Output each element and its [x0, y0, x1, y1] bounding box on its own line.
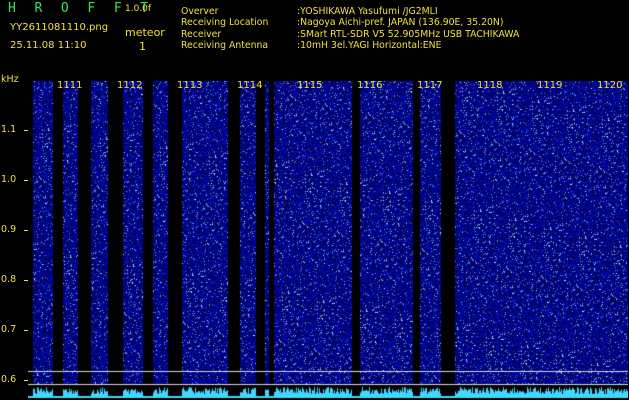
freq-tick — [24, 330, 28, 331]
minute-label: 1116 — [357, 80, 383, 91]
freq-tick — [24, 180, 28, 181]
minute-label: 1119 — [537, 80, 563, 91]
freq-label: 0.7 — [1, 324, 17, 335]
station-row-observer: Overver :YOSHIKAWA Yasufumi /JG2MLI — [181, 6, 519, 17]
minute-label: 1117 — [417, 80, 443, 91]
minute-label: 1118 — [477, 80, 503, 91]
freq-label: 0.6 — [1, 374, 17, 385]
station-key: Overver — [181, 6, 219, 17]
station-key: Receiving Antenna — [181, 40, 269, 52]
minute-label: 1112 — [117, 80, 143, 91]
minute-label: 1115 — [297, 80, 323, 91]
file-name: YY2611081110.png — [10, 22, 109, 33]
freq-label: 0.8 — [1, 274, 17, 285]
freq-tick — [24, 280, 28, 281]
freq-tick — [24, 230, 28, 231]
freq-label: 1.1 — [1, 124, 17, 135]
station-row-antenna: Receiving Antenna :10mH 3el.YAGI Horizont… — [181, 40, 519, 51]
station-info: Overver :YOSHIKAWA Yasufumi /JG2MLI Recei… — [181, 6, 519, 52]
spectrogram-canvas — [28, 81, 628, 400]
freq-label: 1.0 — [1, 174, 17, 185]
station-value: :SMart RTL-SDR V5 52.905MHz USB TACHIKAW… — [297, 28, 520, 40]
freq-tick — [24, 380, 28, 381]
app-version: 1.0.0f — [125, 4, 152, 14]
station-row-location: Receiving Location :Nagoya Aichi-pref. JA… — [181, 17, 519, 28]
station-row-receiver: Receiver :SMart RTL-SDR V5 52.905MHz USB … — [181, 29, 519, 40]
capture-datetime: 25.11.08 11:10 — [10, 40, 87, 51]
station-key: Receiver — [181, 28, 222, 40]
station-value: :YOSHIKAWA Yasufumi /JG2MLI — [297, 6, 438, 17]
minute-label: 1111 — [57, 80, 83, 91]
event-count: 1 — [139, 40, 146, 53]
minute-label: 1114 — [237, 80, 263, 91]
station-value: :Nagoya Aichi-pref. JAPAN (136.90E, 35.2… — [297, 17, 504, 29]
freq-tick — [24, 130, 28, 131]
frequency-unit-label: kHz — [1, 74, 19, 85]
event-label: meteor — [125, 26, 165, 39]
minute-label: 1113 — [177, 80, 203, 91]
minute-label: 1120 — [597, 80, 623, 91]
freq-label: 0.9 — [1, 224, 17, 235]
station-key: Receiving Location — [181, 17, 269, 29]
station-value: :10mH 3el.YAGI Horizontal:ENE — [297, 40, 442, 52]
